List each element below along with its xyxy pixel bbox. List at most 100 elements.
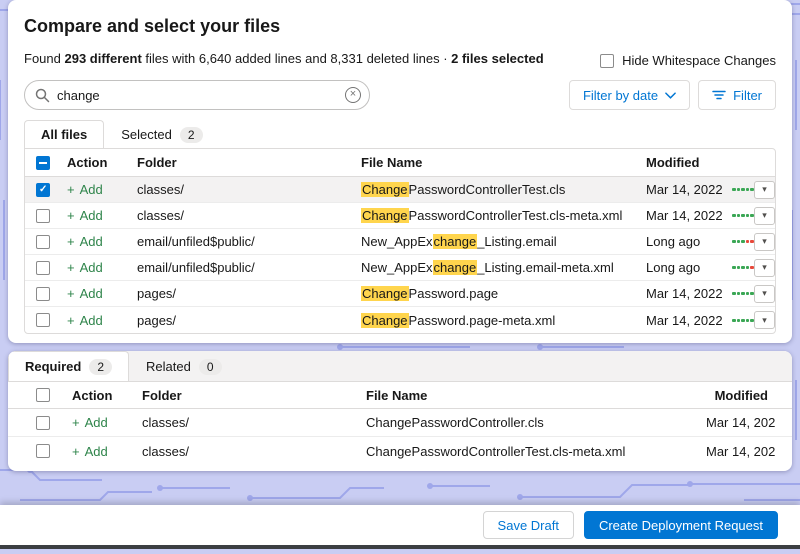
plus-icon: + bbox=[67, 234, 75, 249]
hide-whitespace-checkbox[interactable] bbox=[600, 54, 614, 68]
filter-controls: Filter by date Filter bbox=[569, 80, 776, 110]
search-highlight: Change bbox=[361, 286, 409, 301]
plus-icon: + bbox=[67, 208, 75, 223]
folder-cell: classes/ bbox=[136, 415, 360, 430]
tab-label: All files bbox=[41, 127, 87, 142]
filter-by-date-button[interactable]: Filter by date bbox=[569, 80, 690, 110]
save-draft-button[interactable]: Save Draft bbox=[483, 511, 574, 539]
hide-whitespace-toggle[interactable]: Hide Whitespace Changes bbox=[600, 53, 776, 68]
diff-dot bbox=[741, 266, 745, 269]
column-header-modified: Modified bbox=[700, 388, 776, 403]
required-file-row[interactable]: +Add classes/ ChangePasswordController.c… bbox=[8, 409, 792, 437]
modified-cell: Mar 14, 2022 bbox=[700, 444, 776, 459]
create-deployment-request-button[interactable]: Create Deployment Request bbox=[584, 511, 778, 539]
tab-related[interactable]: Related 0 bbox=[129, 351, 239, 381]
row-checkbox[interactable] bbox=[36, 313, 50, 327]
modified-cell: Mar 14, 2022 bbox=[640, 182, 726, 197]
add-action-button[interactable]: +Add bbox=[67, 286, 103, 301]
row-checkbox[interactable] bbox=[36, 235, 50, 249]
row-checkbox[interactable] bbox=[36, 287, 50, 301]
file-name-cell: ChangePasswordController.cls bbox=[360, 415, 700, 430]
add-action-label: Add bbox=[80, 208, 103, 223]
diff-dot bbox=[741, 214, 745, 217]
tab-all-files[interactable]: All files bbox=[24, 120, 104, 148]
diff-dot bbox=[737, 319, 741, 322]
required-file-row[interactable]: +Add classes/ ChangePasswordControllerTe… bbox=[8, 437, 792, 465]
folder-cell: classes/ bbox=[136, 444, 360, 459]
diff-dot bbox=[746, 188, 750, 191]
modified-cell: Long ago bbox=[640, 234, 726, 249]
modified-cell: Mar 14, 2022 bbox=[640, 313, 726, 328]
modified-cell: Long ago bbox=[640, 260, 726, 275]
file-row[interactable]: +Add email/unfiled$public/ New_AppExchan… bbox=[25, 229, 775, 255]
tab-badge: 2 bbox=[180, 127, 203, 143]
search-highlight: Change bbox=[361, 313, 409, 328]
file-post: Password.page-meta.xml bbox=[409, 313, 556, 328]
hide-whitespace-label: Hide Whitespace Changes bbox=[622, 53, 776, 68]
diff-dot bbox=[746, 292, 750, 295]
filter-button[interactable]: Filter bbox=[698, 80, 776, 110]
row-expand-button[interactable]: ▾ bbox=[754, 285, 775, 303]
file-pre: New_AppEx bbox=[361, 234, 433, 249]
diff-dot bbox=[741, 292, 745, 295]
folder-cell: classes/ bbox=[131, 208, 355, 223]
diff-dot bbox=[746, 240, 750, 243]
tab-required[interactable]: Required 2 bbox=[8, 351, 129, 381]
file-post: _Listing.email bbox=[477, 234, 557, 249]
add-action-button[interactable]: +Add bbox=[72, 415, 108, 430]
column-header-action: Action bbox=[66, 388, 136, 403]
file-row[interactable]: +Add pages/ ChangePassword.page-meta.xml… bbox=[25, 307, 775, 333]
bottom-edge-bar bbox=[0, 545, 800, 549]
tab-selected[interactable]: Selected 2 bbox=[104, 120, 219, 148]
diff-dot bbox=[732, 240, 736, 243]
diff-indicator bbox=[726, 292, 754, 295]
required-select-all-checkbox[interactable] bbox=[36, 388, 50, 402]
row-expand-button[interactable]: ▾ bbox=[754, 311, 775, 329]
row-expand-button[interactable]: ▾ bbox=[754, 207, 775, 225]
diff-dot bbox=[746, 319, 750, 322]
file-name-cell: New_AppExchange_Listing.email-meta.xml bbox=[355, 260, 640, 275]
dependencies-panel: Required 2 Related 0 Action Folder File … bbox=[8, 351, 792, 471]
add-action-label: Add bbox=[85, 415, 108, 430]
column-header-folder: Folder bbox=[136, 388, 360, 403]
clear-search-icon[interactable]: × bbox=[345, 87, 361, 103]
file-name-cell: ChangePasswordControllerTest.cls-meta.xm… bbox=[360, 444, 700, 459]
row-expand-button[interactable]: ▾ bbox=[754, 233, 775, 251]
tab-badge: 2 bbox=[89, 359, 112, 375]
folder-cell: pages/ bbox=[131, 313, 355, 328]
diff-dot bbox=[737, 240, 741, 243]
file-name-cell: ChangePassword.page bbox=[355, 286, 640, 301]
add-action-button[interactable]: +Add bbox=[67, 182, 103, 197]
row-checkbox[interactable] bbox=[36, 209, 50, 223]
file-post: PasswordControllerTest.cls-meta.xml bbox=[409, 208, 623, 223]
add-action-button[interactable]: +Add bbox=[72, 444, 108, 459]
diff-indicator bbox=[726, 319, 754, 322]
add-action-button[interactable]: + Add bbox=[67, 208, 103, 223]
diff-dot bbox=[732, 214, 736, 217]
row-checkbox[interactable] bbox=[36, 444, 50, 458]
row-expand-button[interactable]: ▾ bbox=[754, 259, 775, 277]
row-expand-button[interactable]: ▾ bbox=[754, 181, 775, 199]
row-checkbox[interactable] bbox=[36, 261, 50, 275]
add-action-button[interactable]: +Add bbox=[67, 313, 103, 328]
add-action-button[interactable]: +Add bbox=[67, 234, 103, 249]
diff-indicator bbox=[726, 266, 754, 269]
search-highlight: change bbox=[433, 234, 478, 249]
files-table-header: Action Folder File Name Modified bbox=[25, 149, 775, 177]
search-input[interactable] bbox=[24, 80, 370, 110]
select-all-checkbox[interactable] bbox=[36, 156, 50, 170]
row-checkbox[interactable] bbox=[36, 416, 50, 430]
diff-dot bbox=[732, 292, 736, 295]
file-row[interactable]: +Add email/unfiled$public/ New_AppExchan… bbox=[25, 255, 775, 281]
filter-by-date-label: Filter by date bbox=[583, 88, 658, 103]
toolbar: × Filter by date Filter bbox=[24, 80, 776, 110]
file-row[interactable]: +Add pages/ ChangePassword.page Mar 14, … bbox=[25, 281, 775, 307]
file-row[interactable]: +Add classes/ ChangePasswordControllerTe… bbox=[25, 203, 775, 229]
row-expand-icon: ▾ bbox=[762, 289, 767, 298]
add-action-button[interactable]: +Add bbox=[67, 260, 103, 275]
row-checkbox[interactable] bbox=[36, 183, 50, 197]
diff-indicator bbox=[726, 214, 754, 217]
column-header-action: Action bbox=[61, 155, 131, 170]
file-row[interactable]: +Add classes/ ChangePasswordControllerTe… bbox=[25, 177, 775, 203]
add-action-label: Add bbox=[80, 313, 103, 328]
